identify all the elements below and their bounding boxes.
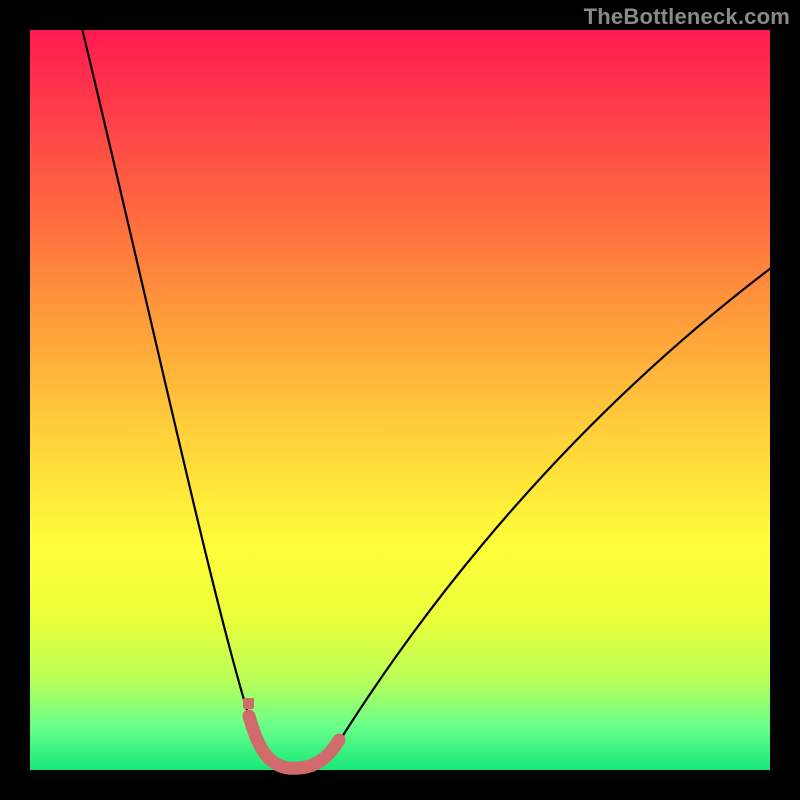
chart-plot-area [30, 30, 770, 770]
bottleneck-curve [80, 20, 775, 769]
chart-svg [30, 30, 770, 770]
watermark-label: TheBottleneck.com [584, 4, 790, 30]
highlight-dot [243, 698, 254, 709]
bottom-highlight [249, 716, 339, 768]
